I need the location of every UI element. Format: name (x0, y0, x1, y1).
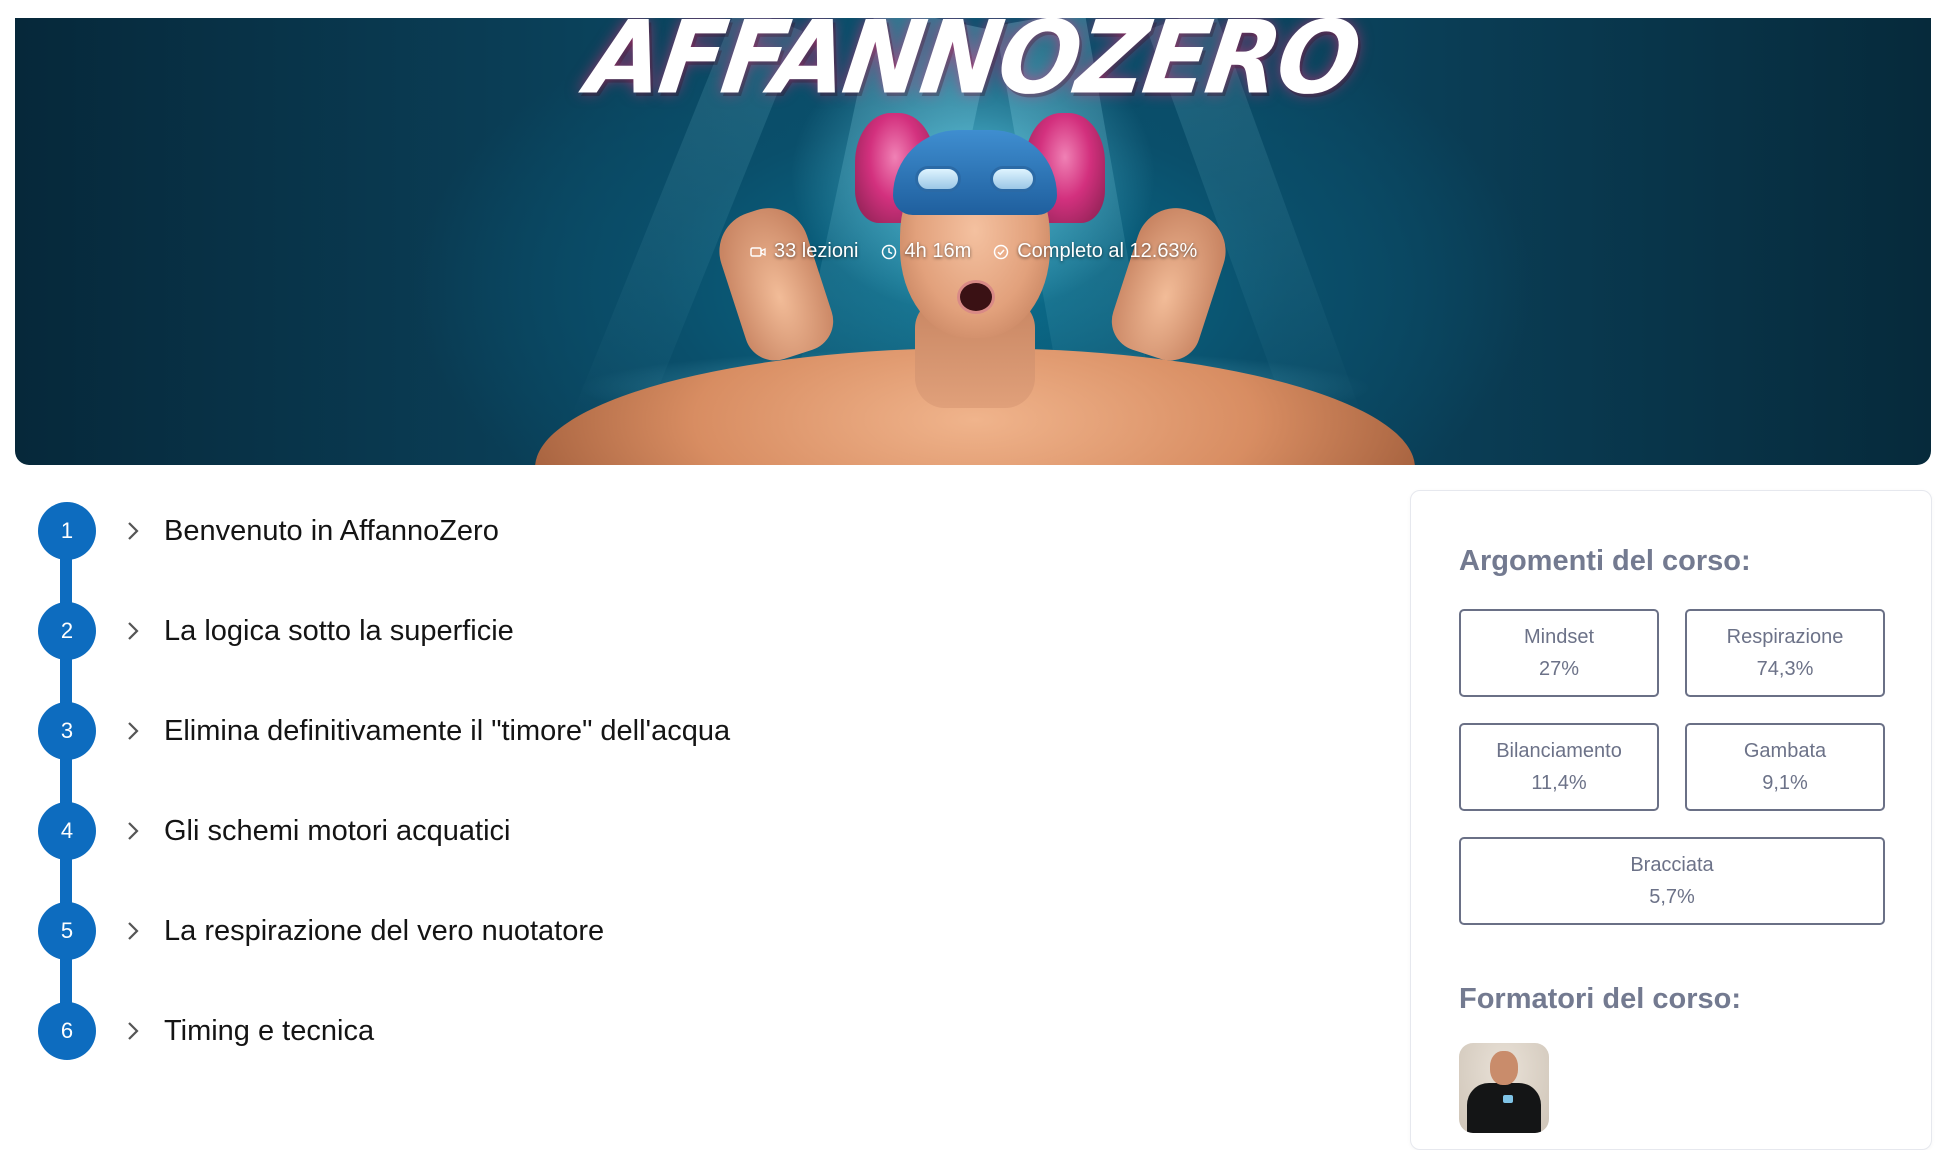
stat-progress: Completo al 12.63% (993, 240, 1197, 263)
topics-heading: Argomenti del corso: (1459, 545, 1751, 577)
stat-duration: 4h 16m (881, 240, 972, 263)
chevron-right-icon[interactable] (122, 820, 144, 842)
chapter-title: La respirazione del vero nuotatore (164, 914, 605, 947)
chapter-number: 5 (38, 902, 96, 960)
course-stats: 33 lezioni 4h 16m Completo al 12.63% (750, 240, 1197, 263)
chapter-item-1[interactable]: 1 Benvenuto in AffannoZero (38, 502, 499, 560)
chapter-item-5[interactable]: 5 La respirazione del vero nuotatore (38, 902, 604, 960)
course-hero-banner: AFFANNOZERO 33 lezioni 4h 16m Completo a… (15, 18, 1931, 465)
chapter-number: 1 (38, 502, 96, 560)
trainers-heading: Formatori del corso: (1459, 983, 1741, 1015)
topic-percent: 9,1% (1762, 772, 1808, 794)
chapter-number: 4 (38, 802, 96, 860)
trainer-avatar[interactable] (1459, 1043, 1549, 1133)
chapter-title: Elimina definitivamente il "timore" dell… (164, 714, 731, 747)
topic-name: Bilanciamento (1496, 740, 1622, 762)
chapter-title: La logica sotto la superficie (164, 614, 514, 647)
chevron-right-icon[interactable] (122, 520, 144, 542)
chevron-right-icon[interactable] (122, 920, 144, 942)
topic-name: Gambata (1743, 740, 1827, 762)
chapter-number: 2 (38, 602, 96, 660)
chapter-item-3[interactable]: 3 Elimina definitivamente il "timore" de… (38, 702, 730, 760)
chevron-right-icon[interactable] (122, 620, 144, 642)
chapter-title: Gli schemi motori acquatici (164, 814, 511, 847)
topic-name: Respirazione (1726, 626, 1844, 648)
stat-lessons-text: 33 lezioni (774, 240, 859, 262)
topic-card-gambata[interactable]: Gambata 9,1% (1685, 723, 1885, 811)
course-info-panel: Argomenti del corso: Mindset 27% Respira… (1410, 490, 1932, 1150)
topic-name: Bracciata (1630, 854, 1714, 876)
check-circle-icon (993, 244, 1009, 259)
chapter-item-4[interactable]: 4 Gli schemi motori acquatici (38, 802, 511, 860)
chevron-right-icon[interactable] (122, 1020, 144, 1042)
stat-lessons: 33 lezioni (750, 240, 859, 263)
topic-card-respirazione[interactable]: Respirazione 74,3% (1685, 609, 1885, 697)
chapter-item-2[interactable]: 2 La logica sotto la superficie (38, 602, 514, 660)
chapter-number: 6 (38, 1002, 96, 1060)
chapter-title: Timing e tecnica (164, 1014, 375, 1047)
topic-card-mindset[interactable]: Mindset 27% (1459, 609, 1659, 697)
chapter-number: 3 (38, 702, 96, 760)
clock-icon (881, 244, 896, 259)
topic-percent: 74,3% (1756, 658, 1814, 680)
chapter-item-6[interactable]: 6 Timing e tecnica (38, 1002, 374, 1060)
topic-percent: 27% (1538, 658, 1580, 680)
course-logo-title: AFFANNOZERO (581, 18, 1365, 117)
chevron-right-icon[interactable] (122, 720, 144, 742)
stat-progress-text: Completo al 12.63% (1017, 240, 1198, 262)
video-icon (750, 246, 766, 257)
topic-name: Mindset (1523, 626, 1595, 648)
topic-card-bracciata[interactable]: Bracciata 5,7% (1459, 837, 1885, 925)
stat-duration-text: 4h 16m (904, 240, 972, 262)
topic-percent: 5,7% (1649, 886, 1695, 908)
topic-percent: 11,4% (1531, 772, 1587, 794)
topic-card-bilanciamento[interactable]: Bilanciamento 11,4% (1459, 723, 1659, 811)
chapter-title: Benvenuto in AffannoZero (164, 514, 499, 547)
